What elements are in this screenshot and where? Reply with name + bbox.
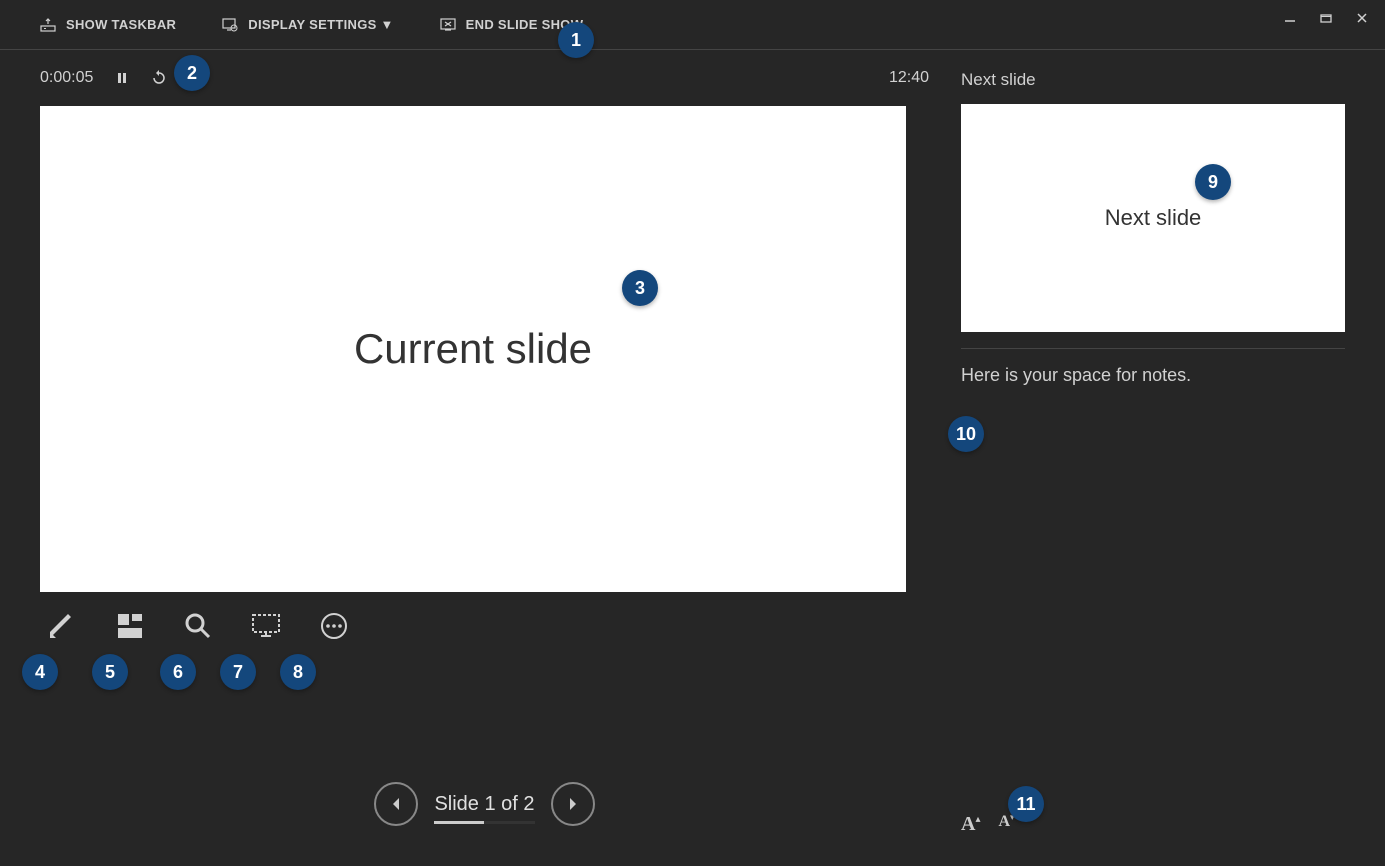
zoom-tool-button[interactable] (182, 610, 214, 642)
see-all-slides-button[interactable] (114, 610, 146, 642)
right-panel: Next slide Next slide Here is your space… (945, 50, 1385, 866)
black-screen-button[interactable] (250, 610, 282, 642)
callout-9: 9 (1195, 164, 1231, 200)
tool-row (40, 592, 929, 660)
window-controls (1282, 10, 1370, 26)
notes-area[interactable]: Here is your space for notes. (961, 365, 1345, 803)
callout-3: 3 (622, 270, 658, 306)
next-slide-button[interactable] (551, 782, 595, 826)
previous-slide-button[interactable] (374, 782, 418, 826)
clock-time: 12:40 (889, 69, 929, 87)
more-options-button[interactable] (318, 610, 350, 642)
display-settings-icon (222, 17, 238, 33)
display-settings-button[interactable]: DISPLAY SETTINGS ▼ (222, 17, 393, 33)
main-area: 0:00:05 12:40 Current slide (0, 50, 1385, 866)
current-slide-view[interactable]: Current slide (40, 106, 906, 592)
maximize-button[interactable] (1318, 10, 1334, 26)
current-slide-text: Current slide (354, 325, 592, 373)
callout-4: 4 (22, 654, 58, 690)
taskbar-icon (40, 17, 56, 33)
callout-2: 2 (174, 55, 210, 91)
callout-7: 7 (220, 654, 256, 690)
next-slide-preview[interactable]: Next slide (961, 104, 1345, 332)
pen-tool-button[interactable] (46, 610, 78, 642)
slide-counter: Slide 1 of 2 (434, 793, 534, 816)
end-slideshow-icon (440, 17, 456, 33)
notes-placeholder: Here is your space for notes. (961, 365, 1191, 385)
left-panel: 0:00:05 12:40 Current slide (0, 50, 945, 866)
increase-font-button[interactable]: A▴ (961, 813, 980, 836)
callout-11: 11 (1008, 786, 1044, 822)
display-settings-label: DISPLAY SETTINGS ▼ (248, 17, 393, 32)
elapsed-time: 0:00:05 (40, 69, 93, 87)
pause-button[interactable] (115, 71, 129, 85)
timer-row: 0:00:05 12:40 (40, 50, 929, 106)
callout-6: 6 (160, 654, 196, 690)
next-slide-label: Next slide (961, 70, 1345, 90)
callout-10: 10 (948, 416, 984, 452)
show-taskbar-label: SHOW TASKBAR (66, 17, 176, 32)
show-taskbar-button[interactable]: SHOW TASKBAR (40, 17, 176, 33)
next-slide-text: Next slide (1105, 205, 1202, 231)
callout-5: 5 (92, 654, 128, 690)
top-menu-bar: SHOW TASKBAR DISPLAY SETTINGS ▼ END SLID… (0, 0, 1385, 50)
minimize-button[interactable] (1282, 10, 1298, 26)
slide-navigation: Slide 1 of 2 (40, 782, 929, 826)
close-button[interactable] (1354, 10, 1370, 26)
callout-1: 1 (558, 22, 594, 58)
restart-button[interactable] (151, 70, 167, 86)
divider (961, 348, 1345, 349)
callout-8: 8 (280, 654, 316, 690)
